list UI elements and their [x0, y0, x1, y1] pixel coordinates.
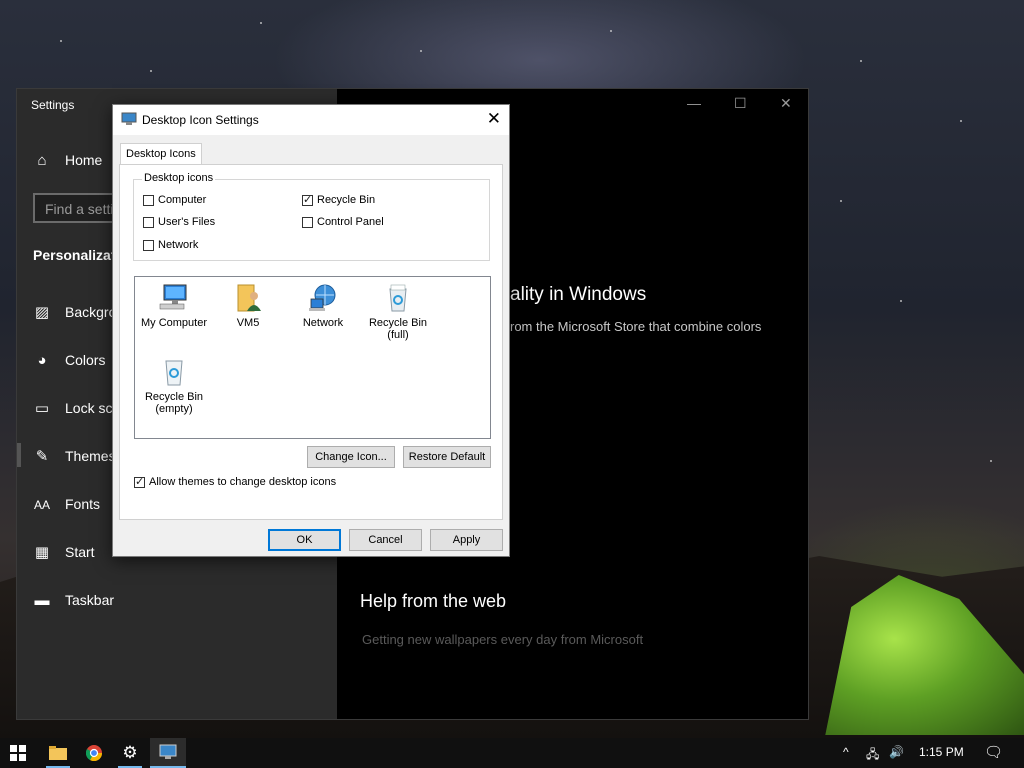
group-title: Desktop icons: [142, 172, 216, 184]
maximize-button[interactable]: ☐: [734, 95, 747, 112]
tab-desktop-icons[interactable]: Desktop Icons: [120, 143, 202, 165]
nav-background-label: Backgro: [65, 304, 117, 320]
icon-label: VM5: [236, 317, 260, 329]
checkbox-label: Network: [158, 239, 199, 251]
checkbox-label: Control Panel: [317, 216, 384, 228]
nav-start-label: Start: [65, 544, 95, 560]
desktop-icon-settings-icon: [159, 744, 177, 759]
network-tray-icon[interactable]: 🖧: [866, 745, 879, 766]
file-explorer-icon: [49, 746, 67, 760]
change-icon-button[interactable]: Change Icon...: [307, 446, 395, 468]
checkbox-box: [302, 217, 313, 228]
checkbox-box: [143, 217, 154, 228]
checkbox-label: User's Files: [158, 216, 216, 228]
checkbox-label: Allow themes to change desktop icons: [149, 476, 337, 488]
icon-label-line1: Recycle Bin: [144, 391, 204, 403]
chevron-up-icon[interactable]: ^: [843, 745, 849, 759]
icon-recycle-bin-full[interactable]: Recycle Bin (full): [359, 283, 437, 341]
checkbox-label: Computer: [158, 194, 207, 206]
taskbar-file-explorer[interactable]: [40, 738, 76, 768]
icon-recycle-bin-empty[interactable]: Recycle Bin (empty): [135, 357, 213, 415]
home-icon: ⌂: [37, 152, 47, 169]
apply-button[interactable]: Apply: [430, 529, 503, 551]
image-icon: ▨: [34, 304, 50, 321]
ok-button[interactable]: OK: [268, 529, 341, 551]
dialog-titlebar[interactable]: Desktop Icon Settings ✕: [113, 105, 509, 135]
help-link[interactable]: Getting new wallpapers every day from Mi…: [362, 632, 643, 647]
icon-list[interactable]: My Computer VM5 Network Recycle Bin (ful…: [134, 276, 491, 439]
taskbar-icon: ▬: [34, 592, 50, 609]
search-placeholder: Find a setti: [45, 201, 114, 217]
icon-my-computer[interactable]: My Computer: [135, 283, 213, 329]
tab-label: Desktop Icons: [126, 148, 196, 160]
restore-default-button[interactable]: Restore Default: [403, 446, 491, 468]
chrome-icon: [86, 745, 102, 761]
nav-colors-label: Colors: [65, 352, 106, 368]
close-button[interactable]: ✕: [780, 95, 792, 112]
dialog-title: Desktop Icon Settings: [142, 113, 259, 127]
icon-label: Network: [302, 317, 344, 329]
icon-label: My Computer: [140, 317, 208, 329]
fonts-icon: AA: [33, 498, 50, 512]
start-icon: ▦: [34, 544, 50, 561]
checkbox-box: [143, 195, 154, 206]
settings-title: Settings: [31, 98, 75, 112]
lock-screen-icon: ▭: [34, 400, 50, 417]
settings-gear-icon: ⚙: [122, 743, 138, 762]
nav-taskbar[interactable]: ▬ Taskbar: [17, 584, 337, 620]
notifications-icon[interactable]: 🗨: [984, 743, 1003, 761]
nav-fonts-label: Fonts: [65, 496, 101, 512]
volume-icon[interactable]: 🔊: [889, 745, 904, 759]
taskbar-chrome[interactable]: [76, 738, 112, 768]
checkbox-box-checked: [134, 475, 145, 488]
checkbox-label: Recycle Bin: [317, 194, 376, 206]
checkbox-box: [143, 240, 154, 251]
dialog-close-button[interactable]: ✕: [487, 109, 501, 129]
nav-lock-screen-label: Lock scr: [65, 400, 118, 416]
icon-label-line2: (empty): [155, 403, 193, 415]
cancel-button[interactable]: Cancel: [349, 529, 422, 551]
icon-label-line2: (full): [387, 329, 409, 341]
desktop-icons-group: Desktop icons Computer User's Files Netw…: [133, 172, 490, 261]
recycle-bin-empty-icon: [165, 360, 183, 386]
start-button[interactable]: [0, 738, 36, 768]
recycle-bin-full-icon: [389, 284, 407, 312]
icon-network[interactable]: Network: [284, 283, 362, 329]
clock[interactable]: 1:15 PM: [919, 745, 964, 759]
themes-icon: ✎: [35, 448, 49, 465]
palette-icon: ◕: [37, 352, 47, 369]
main-text: rom the Microsoft Store that combine col…: [510, 319, 762, 334]
minimize-button[interactable]: —: [687, 95, 701, 111]
computer-icon: [159, 284, 187, 310]
nav-taskbar-label: Taskbar: [65, 592, 115, 608]
main-heading: ality in Windows: [510, 284, 647, 305]
section-title: Personalizati: [33, 247, 120, 263]
taskbar: ⚙ ^ 🖧 🔊 1:15 PM 🗨: [0, 738, 1024, 768]
icon-label-line1: Recycle Bin: [368, 317, 428, 329]
help-heading: Help from the web: [360, 591, 507, 611]
icon-user-files[interactable]: VM5: [209, 283, 287, 329]
nav-home-label: Home: [65, 152, 103, 168]
user-folder-icon: [237, 284, 261, 312]
desktop-icon-settings-icon: [121, 112, 137, 125]
tab-page: Desktop icons Computer User's Files Netw…: [119, 164, 503, 520]
desktop-icon-settings-dialog: Desktop Icon Settings ✕ Desktop Icons De…: [112, 104, 510, 557]
network-icon: [309, 284, 336, 311]
checkbox-box-checked: [302, 193, 313, 206]
taskbar-desktop-icon-settings[interactable]: [150, 738, 186, 768]
nav-themes-label: Themes: [65, 448, 116, 464]
windows-start-icon: [10, 745, 26, 761]
taskbar-settings[interactable]: ⚙: [112, 738, 148, 768]
